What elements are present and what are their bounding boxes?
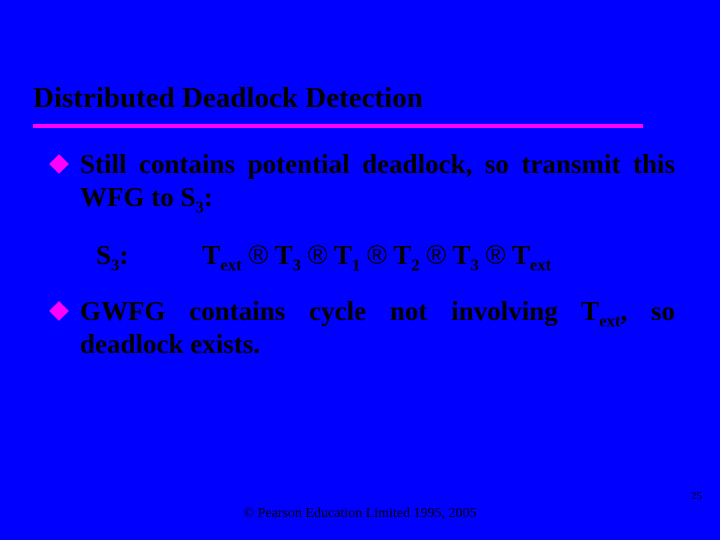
bullet-icon [52,295,80,318]
bullet-icon [52,148,80,171]
bullet-post: : [204,182,213,212]
bullet-text: GWFG contains cycle not involving Text, … [80,295,675,361]
wfg-node: T1 [334,240,360,270]
arrow-icon: ® [486,240,506,270]
bullet-item: Still contains potential deadlock, so tr… [52,148,675,214]
wfg-node: T3 [453,240,479,270]
content-area: Still contains potential deadlock, so tr… [52,148,675,361]
bullet-pre: Still contains potential deadlock, so tr… [80,149,675,212]
slide-title: Distributed Deadlock Detection [33,82,423,115]
bullet-pre: GWFG contains cycle not involving T [80,296,599,326]
arrow-icon: ® [426,240,446,270]
arrow-icon: ® [367,240,387,270]
bullet-sub: 3 [196,197,204,216]
wfg-label: S3: [96,240,196,271]
page-number: 25 [691,490,702,502]
arrow-icon: ® [248,240,268,270]
wfg-chain: S3: Text ® T3 ® T1 ® T2 ® T3 ® Text [96,240,675,271]
wfg-node: T2 [393,240,419,270]
title-underline [33,124,643,128]
bullet-sub: ext [599,311,620,330]
wfg-node: Text [202,240,241,270]
bullet-text: Still contains potential deadlock, so tr… [80,148,675,214]
footer-copyright: © Pearson Education Limited 1995, 2005 [0,506,720,522]
wfg-node: T3 [275,240,301,270]
arrow-icon: ® [308,240,328,270]
bullet-item: GWFG contains cycle not involving Text, … [52,295,675,361]
wfg-node: Text [512,240,551,270]
slide: Distributed Deadlock Detection Still con… [0,0,720,540]
